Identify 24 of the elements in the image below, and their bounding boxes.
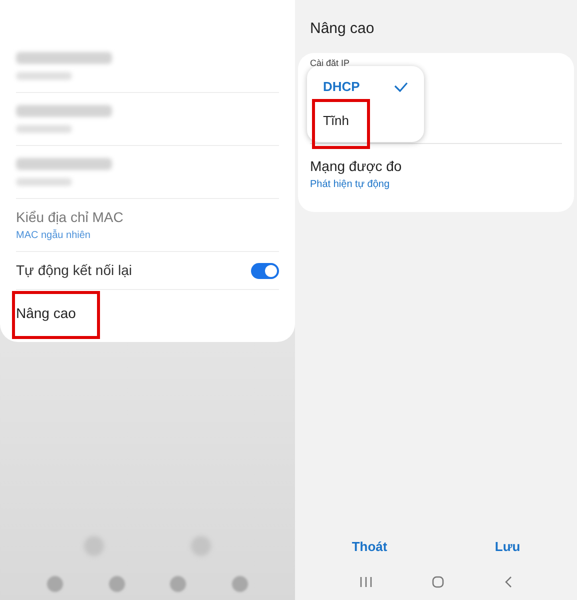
- home-icon[interactable]: [432, 576, 444, 588]
- recent-apps-icon[interactable]: [360, 577, 372, 587]
- setting-title: Tự động kết nối lại: [16, 261, 132, 280]
- setting-value: Phát hiện tự động: [310, 178, 391, 192]
- setting-title[interactable]: Mạng được đo: [310, 156, 562, 177]
- page-title: Nâng cao: [309, 19, 376, 39]
- setting-title[interactable]: Nâng cao: [16, 305, 76, 321]
- blurred-icon: [46, 576, 63, 592]
- blurred-text: [16, 178, 72, 186]
- blurred-icon: [170, 576, 186, 592]
- blurred-text: [16, 125, 72, 133]
- dropdown-option[interactable]: Tĩnh: [307, 104, 424, 138]
- dropdown-option[interactable]: DHCP: [307, 70, 424, 104]
- dialog-button[interactable]: Thoát: [344, 532, 396, 560]
- blurred-icon: [232, 576, 248, 592]
- toggle-switch[interactable]: [251, 262, 279, 278]
- back-icon[interactable]: [504, 576, 512, 588]
- check-icon: [394, 82, 408, 92]
- section-label: Cài đặt IP: [310, 56, 351, 70]
- setting-value: MAC ngẫu nhiên: [16, 228, 92, 243]
- blurred-icon: [108, 576, 125, 592]
- setting-title: Kiểu địa chỉ MAC: [16, 208, 124, 227]
- blurred-text: [16, 72, 72, 80]
- dialog-button[interactable]: Lưu: [486, 532, 528, 560]
